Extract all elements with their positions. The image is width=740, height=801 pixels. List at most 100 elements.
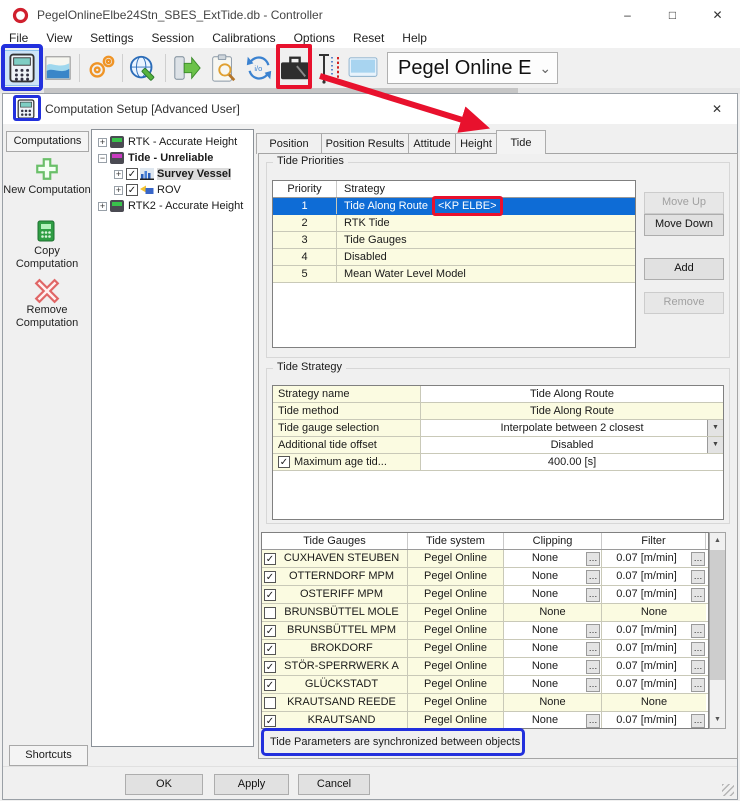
tab-position-results[interactable]: Position Results	[321, 133, 409, 154]
priority-row[interactable]: 2 RTK Tide	[273, 215, 635, 232]
shortcuts-button[interactable]: Shortcuts	[9, 745, 88, 766]
menu-session[interactable]: Session	[143, 30, 204, 48]
gauge-row[interactable]: ✓OTTERNDORF MPM Pegel Online None… 0.07 …	[262, 568, 708, 586]
io-sync-button[interactable]: i/o	[241, 50, 277, 86]
checkbox[interactable]: ✓	[264, 553, 276, 565]
computations-header-button[interactable]: Computations	[6, 131, 89, 152]
remove-computation-label[interactable]: Remove Computation	[3, 304, 91, 330]
menu-help[interactable]: Help	[393, 30, 436, 48]
gauge-row[interactable]: ✓OSTERIFF MPM Pegel Online None… 0.07 [m…	[262, 586, 708, 604]
echogram-view-button[interactable]	[40, 50, 76, 86]
remove-button[interactable]: Remove	[644, 292, 724, 314]
gauge-row[interactable]: ✓GLÜCKSTADT Pegel Online None… 0.07 [m/m…	[262, 676, 708, 694]
ellipsis-button[interactable]: …	[691, 552, 705, 566]
checkbox[interactable]	[264, 607, 276, 619]
priority-row[interactable]: 3 Tide Gauges	[273, 232, 635, 249]
copy-computation-label[interactable]: Copy Computation	[3, 245, 91, 271]
gauge-row[interactable]: ✓BRUNSBÜTTEL MPM Pegel Online None… 0.07…	[262, 622, 708, 640]
ellipsis-button[interactable]: …	[586, 714, 600, 728]
vertical-scrollbar[interactable]: ▲ ▼	[709, 532, 726, 729]
checkbox[interactable]: ✓	[264, 643, 276, 655]
gauge-row[interactable]: KRAUTSAND REEDE Pegel Online None None	[262, 694, 708, 712]
checkbox[interactable]: ✓	[264, 625, 276, 637]
ellipsis-button[interactable]: …	[586, 588, 600, 602]
resize-grip[interactable]	[722, 784, 734, 796]
cancel-button[interactable]: Cancel	[298, 774, 370, 795]
tree-item-rtk[interactable]: + RTK - Accurate Height	[92, 134, 253, 150]
scrollbar-thumb[interactable]	[710, 550, 725, 680]
remove-computation-button[interactable]	[34, 278, 60, 307]
combo-arrow-icon[interactable]: ▼	[707, 437, 723, 453]
tab-attitude[interactable]: Attitude	[408, 133, 456, 154]
checkbox[interactable]: ✓	[264, 661, 276, 673]
gauge-row[interactable]: ✓STÖR-SPERRWERK A Pegel Online None… 0.0…	[262, 658, 708, 676]
ellipsis-button[interactable]: …	[586, 642, 600, 656]
priority-row-selected[interactable]: 1 Tide Along Route<KP ELBE>	[273, 198, 635, 215]
ellipsis-button[interactable]: …	[691, 678, 705, 692]
ellipsis-button[interactable]: …	[691, 588, 705, 602]
new-computation-button[interactable]	[34, 156, 60, 185]
move-down-button[interactable]: Move Down	[644, 214, 724, 236]
add-button[interactable]: Add	[644, 258, 724, 280]
checkbox[interactable]: ✓	[278, 456, 290, 468]
move-up-button[interactable]: Move Up	[644, 192, 724, 214]
computation-setup-button[interactable]	[4, 50, 40, 86]
menu-reset[interactable]: Reset	[344, 30, 393, 48]
strategy-name-value[interactable]: Tide Along Route	[421, 386, 723, 402]
menu-view[interactable]: View	[37, 30, 81, 48]
display-button[interactable]	[345, 50, 381, 86]
gauge-row[interactable]: ✓KRAUTSAND Pegel Online None… 0.07 [m/mi…	[262, 712, 708, 729]
gauge-row[interactable]: ✓CUXHAVEN STEUBEN Pegel Online None… 0.0…	[262, 550, 708, 568]
tree-item-tide[interactable]: − Tide - Unreliable	[92, 150, 253, 166]
tab-position-filter[interactable]: Position Filter	[256, 133, 322, 154]
ellipsis-button[interactable]: …	[586, 678, 600, 692]
settings-gears-button[interactable]	[83, 50, 119, 86]
gauge-row[interactable]: ✓BROKDORF Pegel Online None… 0.07 [m/min…	[262, 640, 708, 658]
tab-tide[interactable]: Tide	[496, 130, 546, 154]
checkbox[interactable]: ✓	[264, 679, 276, 691]
ellipsis-button[interactable]: …	[586, 570, 600, 584]
export-database-button[interactable]	[169, 50, 205, 86]
collapse-icon[interactable]: −	[98, 154, 107, 163]
gauge-selection-combobox[interactable]: Interpolate between 2 closest▼	[421, 420, 723, 436]
checkbox[interactable]	[264, 697, 276, 709]
max-age-value[interactable]: 400.00 [s]	[421, 454, 723, 470]
expand-icon[interactable]: +	[98, 138, 107, 147]
tree-item-survey-vessel[interactable]: + ✓ Survey Vessel	[92, 166, 253, 182]
ellipsis-button[interactable]: …	[586, 660, 600, 674]
ellipsis-button[interactable]: …	[691, 660, 705, 674]
ellipsis-button[interactable]: …	[691, 624, 705, 638]
checkbox[interactable]: ✓	[126, 184, 138, 196]
expand-icon[interactable]: +	[98, 202, 107, 211]
scroll-up-icon[interactable]: ▲	[710, 533, 725, 549]
expand-icon[interactable]: +	[114, 186, 123, 195]
geodesy-button[interactable]	[126, 50, 162, 86]
checkbox[interactable]: ✓	[264, 715, 276, 727]
combo-arrow-icon[interactable]: ▼	[707, 420, 723, 436]
close-button[interactable]: ✕	[695, 0, 740, 30]
menu-options[interactable]: Options	[285, 30, 344, 48]
tree-item-rov[interactable]: + ✓ ROV	[92, 182, 253, 198]
menu-calibrations[interactable]: Calibrations	[203, 30, 284, 48]
copy-computation-button[interactable]	[34, 219, 58, 246]
ellipsis-button[interactable]: …	[586, 624, 600, 638]
checkbox[interactable]: ✓	[264, 571, 276, 583]
priority-row[interactable]: 4 Disabled	[273, 249, 635, 266]
additional-offset-combobox[interactable]: Disabled▼	[421, 437, 723, 453]
ellipsis-button[interactable]: …	[691, 570, 705, 584]
replay-log-button[interactable]	[205, 50, 241, 86]
menu-file[interactable]: File	[0, 30, 37, 48]
apply-button[interactable]: Apply	[214, 774, 289, 795]
minimize-button[interactable]: –	[605, 0, 650, 30]
ok-button[interactable]: OK	[125, 774, 203, 795]
tree-item-rtk2[interactable]: + RTK2 - Accurate Height	[92, 198, 253, 214]
gauge-row[interactable]: BRUNSBÜTTEL MOLE Pegel Online None None	[262, 604, 708, 622]
tab-height[interactable]: Height	[455, 133, 497, 154]
profile-dropdown[interactable]: Pegel Online E ⌄	[387, 52, 558, 84]
expand-icon[interactable]: +	[114, 170, 123, 179]
priority-row[interactable]: 5 Mean Water Level Model	[273, 266, 635, 283]
dialog-close-button[interactable]: ✕	[697, 94, 737, 124]
scroll-down-icon[interactable]: ▼	[710, 712, 725, 728]
tools-case-button[interactable]	[277, 50, 313, 86]
ellipsis-button[interactable]: …	[586, 552, 600, 566]
